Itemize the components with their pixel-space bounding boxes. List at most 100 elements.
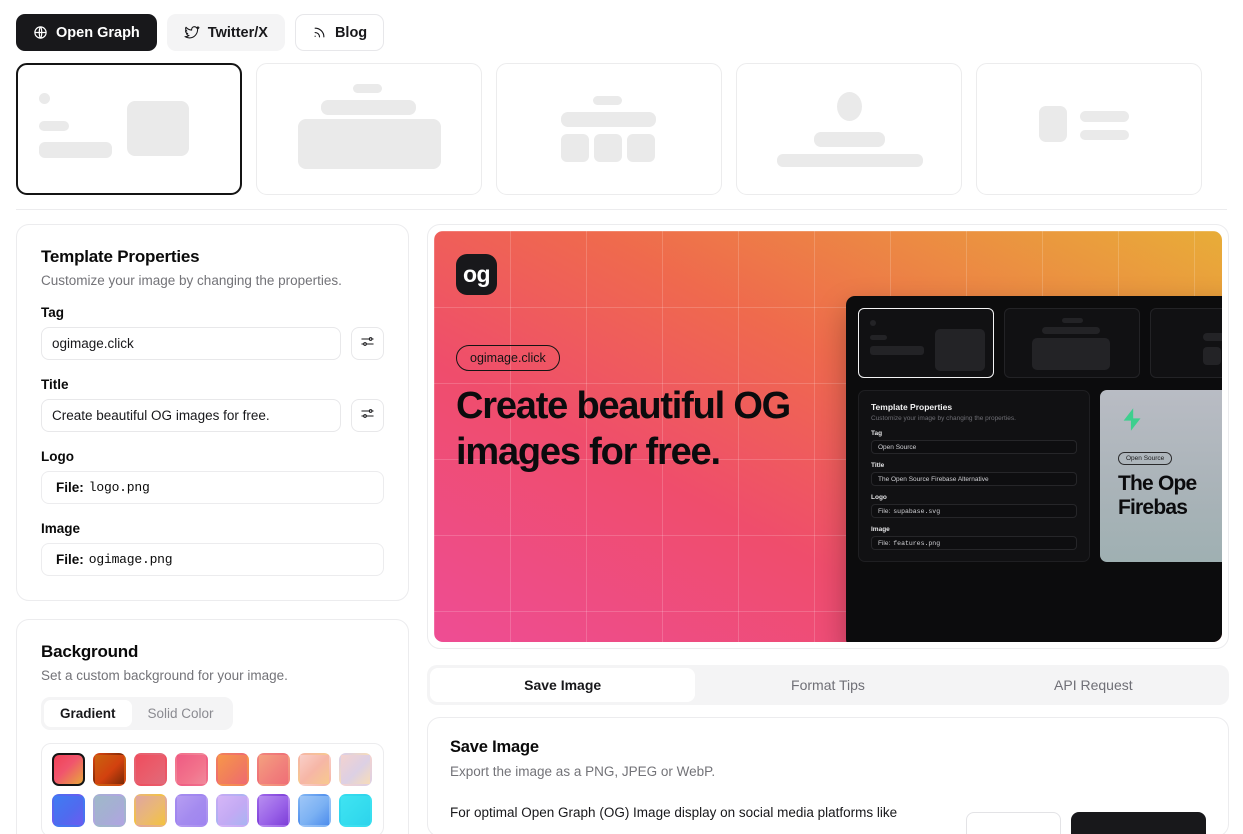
tab-format-tips[interactable]: Format Tips [695,668,960,702]
inset-panel-subtitle: Customize your image by changing the pro… [871,415,1077,422]
mode-solid-color[interactable]: Solid Color [132,700,230,727]
inset-thumbnail-strip [846,296,1222,378]
tab-open-graph[interactable]: Open Graph [16,14,157,51]
field-logo: Logo File: logo.png [41,449,384,504]
mode-gradient[interactable]: Gradient [44,700,132,727]
tab-save-image[interactable]: Save Image [430,668,695,702]
gradient-swatch-13[interactable] [257,794,290,827]
image-file-prefix: File: [56,552,84,567]
logo-file-prefix: File: [56,480,84,495]
sliders-icon [360,406,375,426]
gradient-swatch-14[interactable] [298,794,331,827]
image-file-picker[interactable]: File: ogimage.png [41,543,384,576]
title-input[interactable] [41,399,341,432]
tab-twitter-x[interactable]: Twitter/X [167,14,285,51]
preview-logo: og [456,254,497,295]
tag-label: Tag [41,305,384,320]
logo-file-name: logo.png [89,480,150,495]
field-tag: Tag [41,305,384,360]
template-thumb-avatar-center[interactable] [736,63,962,195]
field-title: Title [41,377,384,432]
right-panel: og ogimage.click Create beautiful OG ima… [427,224,1229,834]
preview-tag-badge: ogimage.click [456,345,560,371]
inset-og-title-line1: The Ope [1118,472,1196,495]
inset-og-tag: Open Source [1118,452,1172,465]
gradient-swatch-2[interactable] [134,753,167,786]
inset-logo-filename: supabase.svg [893,508,940,515]
og-image-preview[interactable]: og ogimage.click Create beautiful OG ima… [434,231,1222,642]
app-root: Open Graph Twitter/X Blog [0,0,1243,834]
save-image-panel: Save Image Export the image as a PNG, JP… [427,717,1229,834]
main-content: Template Properties Customize your image… [0,210,1243,834]
template-thumb-icon-left[interactable] [976,63,1202,195]
gradient-swatch-3[interactable] [175,753,208,786]
template-thumb-three-column[interactable] [496,63,722,195]
template-thumb-split-right[interactable] [16,63,242,195]
template-thumb-centered-card[interactable] [256,63,482,195]
gradient-swatch-6[interactable] [298,753,331,786]
twitter-bird-icon [184,25,200,41]
gradient-swatch-10[interactable] [134,794,167,827]
title-tune-button[interactable] [351,399,384,432]
inset-thumb-1 [858,308,994,378]
background-card: Background Set a custom background for y… [16,619,409,834]
download-button[interactable] [1071,812,1206,834]
inset-logo-prefix: File: [878,508,890,515]
save-panel-title: Save Image [450,738,1206,757]
logo-label: Logo [41,449,384,464]
gradient-swatch-4[interactable] [216,753,249,786]
gradient-swatch-7[interactable] [339,753,372,786]
inset-properties-panel: Template Properties Customize your image… [858,390,1090,562]
rss-icon [312,25,327,40]
supabase-bolt-icon [1118,406,1145,438]
inset-tag-label: Tag [871,430,1077,437]
tag-input[interactable] [41,327,341,360]
save-panel-actions [966,812,1206,834]
inset-tag-value: Open Source [871,440,1077,454]
gradient-swatch-9[interactable] [93,794,126,827]
gradient-swatch-grid [41,743,384,834]
field-image: Image File: ogimage.png [41,521,384,576]
left-sidebar: Template Properties Customize your image… [16,224,409,834]
format-select[interactable] [966,812,1061,834]
image-file-name: ogimage.png [89,552,173,567]
gradient-swatch-11[interactable] [175,794,208,827]
inset-panel-title: Template Properties [871,402,1077,412]
template-thumbnail-strip [0,63,1243,209]
template-properties-card: Template Properties Customize your image… [16,224,409,601]
preview-title: Create beautiful OG images for free. [456,384,856,475]
background-mode-toggle: Gradient Solid Color [41,697,233,730]
properties-title: Template Properties [41,247,384,267]
gradient-swatch-15[interactable] [339,794,372,827]
inset-og-title: The Ope Firebas [1118,472,1222,520]
tab-api-request[interactable]: API Request [961,668,1226,702]
inset-image-label: Image [871,526,1077,533]
gradient-swatch-0[interactable] [52,753,85,786]
inset-thumb-3 [1150,308,1222,378]
tag-tune-button[interactable] [351,327,384,360]
gradient-swatch-1[interactable] [93,753,126,786]
tab-label: Twitter/X [208,25,268,41]
save-panel-subtitle: Export the image as a PNG, JPEG or WebP. [450,764,1206,779]
platform-tab-bar: Open Graph Twitter/X Blog [0,0,1243,63]
tab-label: Open Graph [56,25,140,41]
tab-blog[interactable]: Blog [295,14,384,51]
inset-thumb-2 [1004,308,1140,378]
gradient-swatch-12[interactable] [216,794,249,827]
save-panel-paragraph: For optimal Open Graph (OG) Image displa… [450,803,970,823]
output-tab-bar: Save Image Format Tips API Request [427,665,1229,705]
inset-lower-row: Template Properties Customize your image… [846,378,1222,562]
inset-image-filename: features.png [893,540,940,547]
inset-og-title-line2: Firebas [1118,496,1187,519]
logo-file-picker[interactable]: File: logo.png [41,471,384,504]
inset-logo-file: File: supabase.svg [871,504,1077,518]
title-label: Title [41,377,384,392]
background-subtitle: Set a custom background for your image. [41,668,384,683]
inset-og-preview: Open Source The Ope Firebas [1100,390,1222,562]
gradient-swatch-8[interactable] [52,794,85,827]
preview-card: og ogimage.click Create beautiful OG ima… [427,224,1229,649]
preview-embedded-screenshot: Template Properties Customize your image… [846,296,1222,642]
gradient-swatch-5[interactable] [257,753,290,786]
inset-image-prefix: File: [878,540,890,547]
inset-title-value: The Open Source Firebase Alternative [871,472,1077,486]
